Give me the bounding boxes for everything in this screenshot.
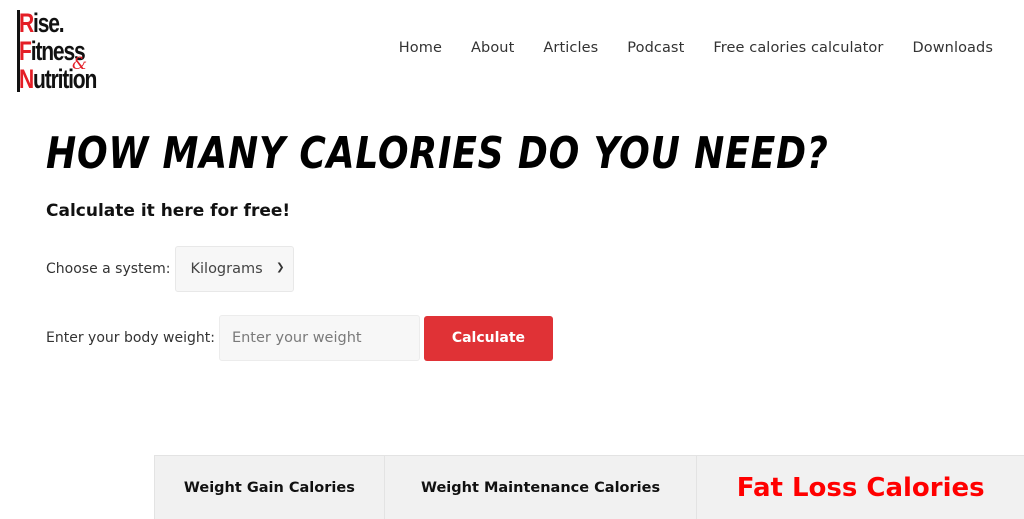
page-title: HOW MANY CALORIES DO YOU NEED? bbox=[46, 128, 829, 179]
chevron-down-icon: ❯ bbox=[276, 262, 285, 273]
weight-label: Enter your body weight: bbox=[46, 330, 215, 346]
system-select[interactable]: Kilograms ❯ bbox=[174, 246, 294, 292]
nav-free-calories-calculator[interactable]: Free calories calculator bbox=[713, 40, 883, 56]
main-nav: Home About Articles Podcast Free calorie… bbox=[399, 40, 993, 56]
system-row: Choose a system: Kilograms ❯ bbox=[46, 246, 294, 292]
logo-text: ise. bbox=[33, 8, 65, 38]
nav-downloads[interactable]: Downloads bbox=[912, 40, 993, 56]
system-selected-value: Kilograms bbox=[190, 261, 263, 277]
site-logo[interactable]: Rise. Fitness Nutrition & bbox=[15, 8, 125, 96]
system-label: Choose a system: bbox=[46, 261, 171, 277]
calorie-tabs: Weight Gain Calories Weight Maintenance … bbox=[154, 455, 1024, 519]
nav-about[interactable]: About bbox=[471, 40, 514, 56]
tab-weight-gain[interactable]: Weight Gain Calories bbox=[155, 456, 385, 519]
weight-row: Enter your body weight: Calculate bbox=[46, 315, 553, 361]
logo-cap: F bbox=[19, 36, 32, 66]
logo-cap: R bbox=[19, 8, 34, 38]
nav-podcast[interactable]: Podcast bbox=[627, 40, 684, 56]
calculate-button[interactable]: Calculate bbox=[423, 315, 553, 361]
nav-home[interactable]: Home bbox=[399, 40, 442, 56]
tab-fat-loss[interactable]: Fat Loss Calories bbox=[697, 456, 1024, 519]
page-subtitle: Calculate it here for free! bbox=[46, 201, 291, 221]
logo-ampersand: & bbox=[72, 54, 88, 74]
tab-weight-maintenance[interactable]: Weight Maintenance Calories bbox=[385, 456, 698, 519]
logo-line-rise: Rise. bbox=[19, 8, 65, 38]
nav-articles[interactable]: Articles bbox=[543, 40, 598, 56]
weight-input[interactable] bbox=[218, 315, 420, 361]
logo-cap: N bbox=[19, 64, 34, 94]
